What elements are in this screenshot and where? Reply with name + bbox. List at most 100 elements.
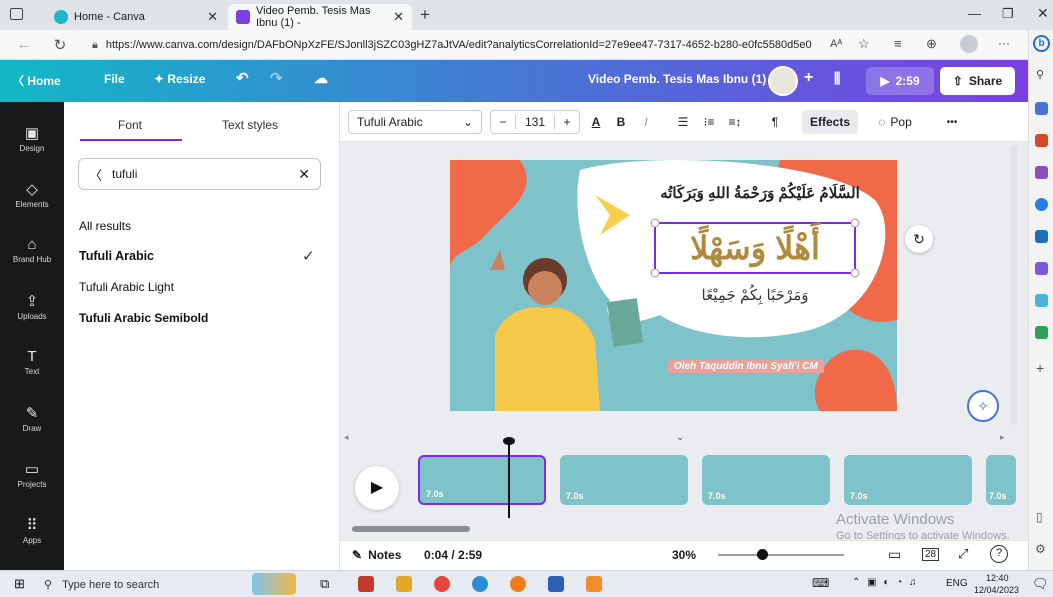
- favorite-star-icon[interactable]: ☆: [858, 36, 870, 52]
- drop-icon[interactable]: [1035, 294, 1048, 307]
- font-option-tufuli-arabic-semibold[interactable]: Tufuli Arabic Semibold: [79, 311, 208, 325]
- app-icon-1[interactable]: [358, 576, 374, 592]
- rail-item-draw[interactable]: ✎ Draw: [0, 404, 64, 433]
- clock-time[interactable]: 12:40: [986, 573, 1009, 583]
- font-option-tufuli-arabic[interactable]: Tufuli Arabic: [79, 249, 154, 263]
- games-icon[interactable]: [1035, 166, 1048, 179]
- playhead[interactable]: [508, 440, 510, 518]
- tools-icon[interactable]: [1035, 134, 1048, 147]
- rail-item-design[interactable]: ▣ Design: [0, 124, 64, 153]
- minimize-icon[interactable]: —: [968, 6, 981, 21]
- design-slide[interactable]: السَّلَامُ عَلَيْكُمْ وَرَحْمَةُ اللهِ و…: [450, 160, 897, 411]
- effects-button[interactable]: Effects: [802, 110, 858, 134]
- spacing-icon[interactable]: ≡↕: [726, 110, 744, 134]
- tab-text-styles[interactable]: Text styles: [222, 118, 278, 132]
- taskbar-search-box[interactable]: ⚲ Type here to search: [44, 575, 244, 594]
- sidebar-panel-icon[interactable]: ▯: [1036, 510, 1043, 524]
- language-indicator[interactable]: ENG: [946, 578, 968, 589]
- clear-search-icon[interactable]: ✕: [298, 166, 310, 183]
- align-center-icon[interactable]: ☰: [674, 110, 692, 134]
- tab-actions-icon[interactable]: [10, 8, 23, 20]
- transform-icon[interactable]: ¶: [766, 110, 784, 134]
- rail-item-uploads[interactable]: ⇪ Uploads: [0, 292, 64, 321]
- decrease-size-button[interactable]: −: [491, 115, 515, 129]
- page-count[interactable]: 28: [922, 548, 940, 561]
- rail-item-projects[interactable]: ▭ Projects: [0, 460, 64, 489]
- restore-icon[interactable]: ❐: [1002, 6, 1014, 22]
- canvas-scrollbar[interactable]: [1011, 145, 1017, 425]
- file-explorer-icon[interactable]: [396, 576, 412, 592]
- animate-pop-button[interactable]: ◌ Pop: [870, 110, 920, 134]
- timeline-scrollbar[interactable]: [352, 526, 470, 532]
- page-view-icon[interactable]: ▭: [888, 546, 901, 563]
- bing-icon[interactable]: b: [1033, 35, 1050, 52]
- zoom-slider-track[interactable]: [718, 554, 844, 556]
- rail-item-elements[interactable]: ◇ Elements: [0, 180, 64, 209]
- office-icon[interactable]: [1035, 198, 1048, 211]
- playhead-handle[interactable]: [503, 437, 515, 445]
- font-family-select[interactable]: Tufuli Arabic ⌄: [348, 110, 482, 134]
- timeline-thumb-1[interactable]: 7.0s: [418, 455, 546, 505]
- url-field[interactable]: 🔒︎ https://www.canva.com/design/DAFbONpX…: [92, 34, 820, 56]
- refresh-icon[interactable]: ↻: [50, 36, 70, 54]
- timeline-scroll-right-icon[interactable]: ▸: [1000, 432, 1005, 443]
- timeline-thumb-3[interactable]: 7.0s: [702, 455, 830, 505]
- salam-text[interactable]: السَّلَامُ عَلَيْكُمْ وَرَحْمَةُ اللهِ و…: [645, 184, 875, 202]
- outlook-icon[interactable]: [1035, 230, 1048, 243]
- font-search-input[interactable]: 〈 tufuli ✕: [78, 158, 321, 190]
- increase-size-button[interactable]: +: [555, 115, 579, 129]
- more-options-button[interactable]: •••: [940, 110, 964, 134]
- task-view-icon[interactable]: ⧉: [320, 576, 329, 592]
- add-sidebar-app-icon[interactable]: +: [1036, 360, 1044, 376]
- edge-icon[interactable]: [472, 576, 488, 592]
- resize-handle[interactable]: [850, 268, 860, 278]
- help-icon[interactable]: ?: [990, 545, 1008, 563]
- list-icon[interactable]: ⁝≡: [700, 110, 718, 134]
- timeline-scroll-left-icon[interactable]: ◂: [344, 432, 349, 443]
- tree-icon[interactable]: [1035, 326, 1048, 339]
- bold-icon[interactable]: B: [612, 110, 630, 134]
- favorites-list-icon[interactable]: ≡: [894, 36, 902, 51]
- timeline-thumb-2[interactable]: 7.0s: [560, 455, 688, 505]
- share-button[interactable]: ⇧ Share: [940, 67, 1015, 95]
- notes-button[interactable]: ✎ Notes: [352, 548, 401, 562]
- system-tray-icons[interactable]: ⌃ ▣ ◐ ◔ ♫: [852, 577, 919, 588]
- rail-item-apps[interactable]: ⠿ Apps: [0, 516, 64, 545]
- zoom-percentage[interactable]: 30%: [672, 548, 696, 562]
- fullscreen-icon[interactable]: ⤢: [958, 546, 968, 562]
- rotate-icon[interactable]: ↻: [905, 225, 933, 253]
- file-menu-button[interactable]: File: [104, 72, 125, 86]
- keyboard-icon[interactable]: ⌨: [812, 576, 829, 590]
- word-icon[interactable]: [548, 576, 564, 592]
- tab-home-canva[interactable]: Home - Canva ✕: [46, 4, 226, 30]
- timeline-thumb-4[interactable]: 7.0s: [844, 455, 972, 505]
- search-highlight-image[interactable]: [252, 573, 296, 595]
- play-timeline-button[interactable]: ▶: [355, 466, 399, 510]
- font-size-input[interactable]: 131: [515, 115, 555, 129]
- tab-font[interactable]: Font: [118, 118, 142, 132]
- marhaban-text[interactable]: وَمَرْحَبًا بِكُمْ جَمِيْعًا: [655, 286, 855, 304]
- text-color-icon[interactable]: A: [586, 110, 606, 134]
- cloud-saved-icon[interactable]: ☁: [314, 70, 328, 87]
- chrome-icon[interactable]: [434, 576, 450, 592]
- new-tab-button[interactable]: +: [420, 5, 430, 25]
- rail-item-text[interactable]: T Text: [0, 348, 64, 376]
- back-icon[interactable]: ←: [14, 36, 34, 53]
- back-chevron-icon[interactable]: 〈: [89, 165, 102, 184]
- collapse-timeline-icon[interactable]: ⌄: [676, 432, 684, 443]
- collaborator-avatar[interactable]: [768, 66, 798, 96]
- app-icon-g[interactable]: [586, 576, 602, 592]
- settings-gear-icon[interactable]: ⚙: [1035, 542, 1046, 556]
- read-aloud-icon[interactable]: Aᴬ: [830, 38, 842, 50]
- tab-video-design[interactable]: Video Pemb. Tesis Mas Ibnu (1) - ✕: [228, 4, 412, 30]
- present-button[interactable]: ▶ 2:59: [866, 67, 934, 95]
- close-tab-icon[interactable]: ✕: [207, 9, 218, 25]
- ahlan-wa-sahlan-text[interactable]: أَهْلًا وَسَهْلًا: [655, 226, 855, 270]
- notifications-icon[interactable]: 🗨︎: [1032, 576, 1049, 592]
- redo-icon[interactable]: ↷: [270, 69, 283, 87]
- search-icon[interactable]: ⚲: [1036, 68, 1044, 81]
- document-title[interactable]: Video Pemb. Tesis Mas Ibnu (1): [588, 72, 766, 86]
- clock-date[interactable]: 12/04/2023: [974, 585, 1019, 595]
- shopping-tag-icon[interactable]: [1035, 102, 1048, 115]
- browser-menu-icon[interactable]: ···: [998, 36, 1010, 50]
